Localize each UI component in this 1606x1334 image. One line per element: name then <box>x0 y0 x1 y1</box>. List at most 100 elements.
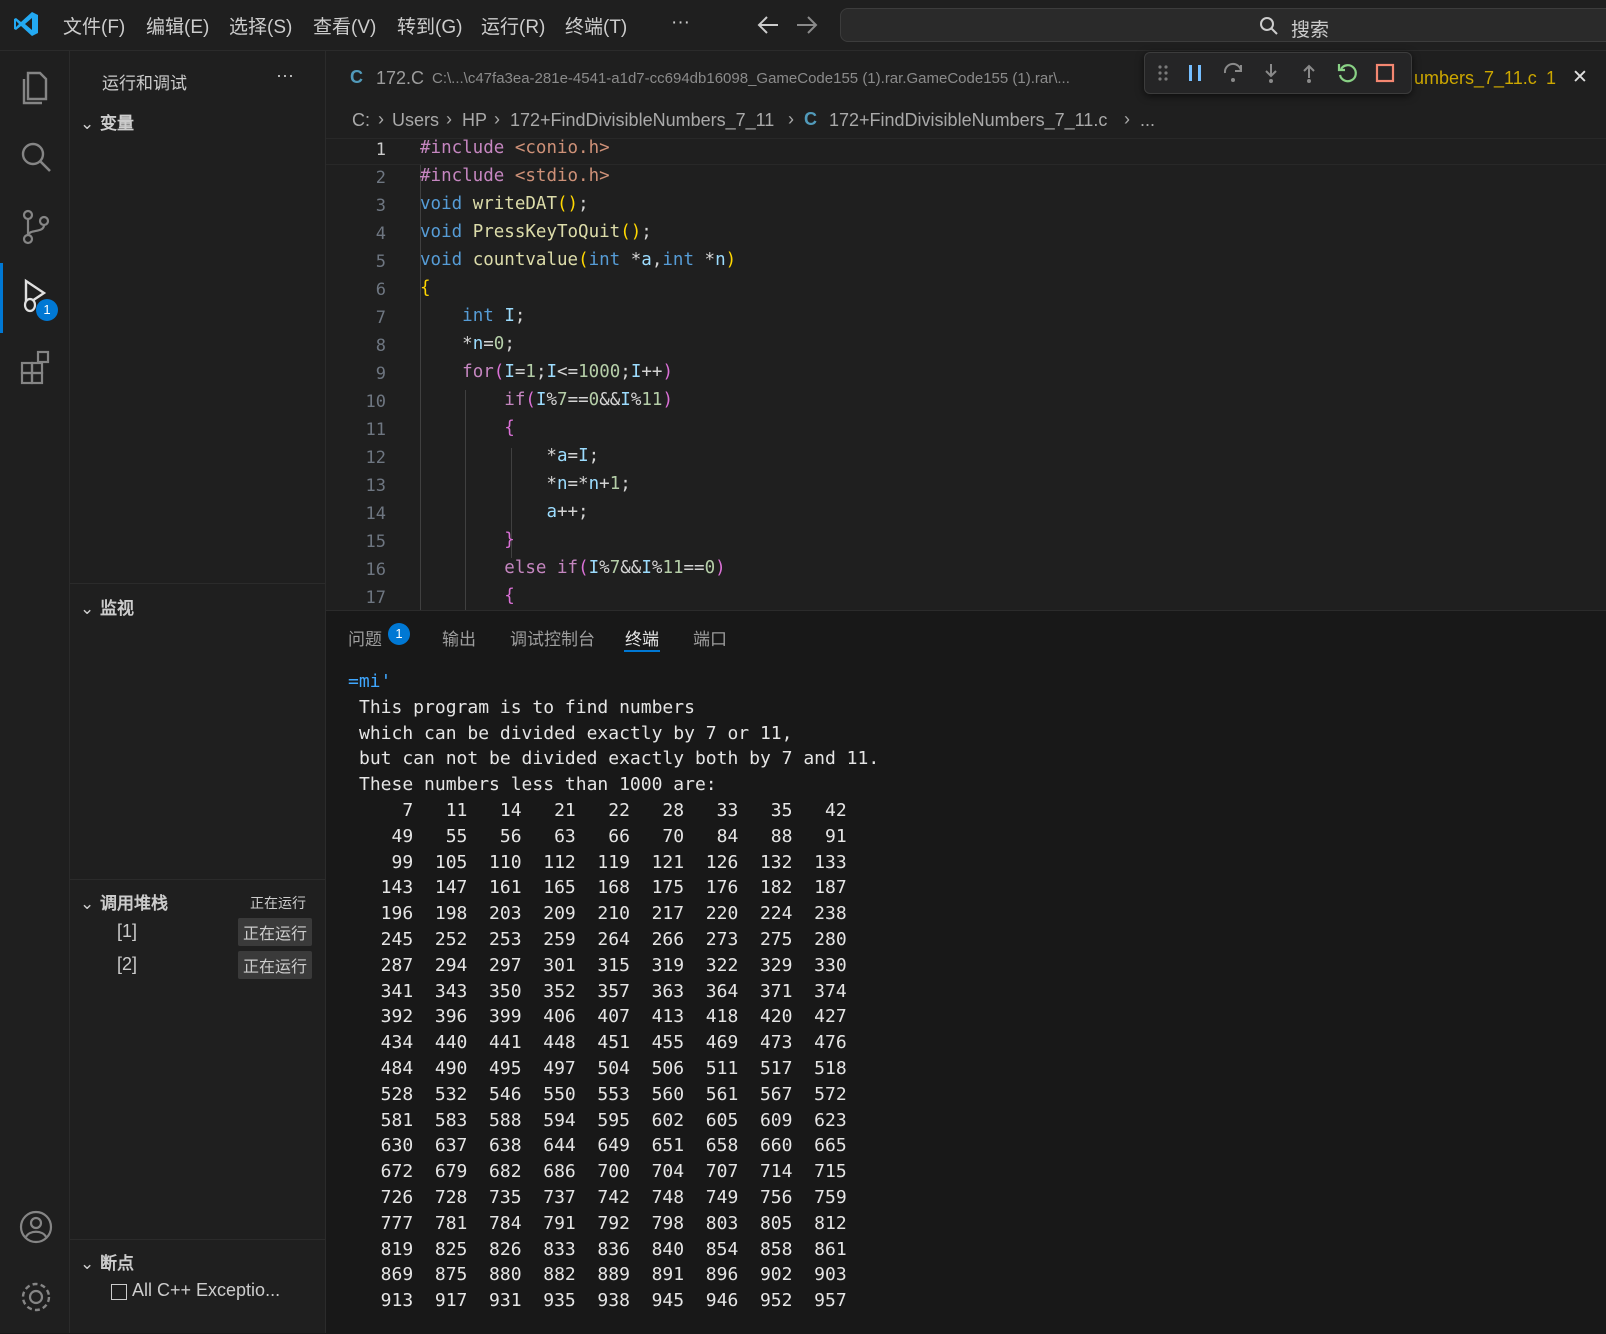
activity-bar: 1 <box>0 51 70 1333</box>
terminal-number-row: 630 637 638 644 649 651 658 660 665 <box>359 1135 847 1157</box>
line-number: 14 <box>365 504 386 524</box>
breadcrumb-item[interactable]: 172+FindDivisibleNumbers_7_11 <box>510 110 774 131</box>
thread-status-badge: 正在运行 <box>238 918 313 946</box>
section-divider <box>70 879 326 880</box>
active-tab-filename[interactable]: umbers_7_11.c <box>1414 68 1537 89</box>
code-line: if(I%7==0&&I%11) <box>504 390 673 410</box>
breakpoints-section-header[interactable]: ⌄ 断点 <box>80 1249 134 1274</box>
code-line: for(I=1;I<=1000;I++) <box>462 362 673 382</box>
tab-debug-console[interactable]: 调试控制台 <box>510 625 595 650</box>
step-over-icon[interactable] <box>1221 61 1245 85</box>
explorer-icon[interactable] <box>14 65 58 109</box>
extensions-icon[interactable] <box>14 345 58 389</box>
callstack-section-header[interactable]: ⌄ 调用堆栈 <box>80 889 168 914</box>
settings-gear-icon[interactable] <box>14 1275 58 1319</box>
line-number: 5 <box>375 252 386 272</box>
chevron-down-icon: ⌄ <box>80 599 95 618</box>
variables-section-header[interactable]: ⌄ 变量 <box>80 109 134 134</box>
section-divider <box>70 1239 326 1240</box>
code-line: *n=*n+1; <box>420 474 631 494</box>
line-number: 3 <box>375 196 386 216</box>
terminal-number-row: 777 781 784 791 792 798 803 805 812 <box>359 1212 847 1234</box>
menu-run[interactable]: 运行(R) <box>481 12 545 39</box>
line-number: 2 <box>375 168 386 188</box>
line-number: 6 <box>375 280 386 300</box>
chevron-right-icon: › <box>494 109 500 129</box>
code-line: *n=0; <box>420 334 515 354</box>
terminal-output[interactable]: =mi' This program is to find numbers whic… <box>326 669 1606 1334</box>
breakpoint-checkbox[interactable] <box>111 1284 127 1300</box>
terminal-number-row: 7 11 14 21 22 28 33 35 42 <box>359 800 847 821</box>
terminal-text-line: This program is to find numbers <box>359 696 695 718</box>
chevron-right-icon: › <box>378 109 384 129</box>
code-editor[interactable]: 1 2 3 4 5 6 7 8 9 10 11 12 13 14 15 16 17 #include <coni… <box>326 138 1606 610</box>
step-out-icon[interactable] <box>1297 61 1321 85</box>
menu-view[interactable]: 查看(V) <box>313 12 376 39</box>
menu-more[interactable]: ··· <box>671 12 690 34</box>
tab-problem-count: 1 <box>1546 68 1557 88</box>
code-line: { <box>420 278 431 298</box>
callstack-thread[interactable]: [1] <box>117 921 137 942</box>
line-number: 15 <box>365 532 386 552</box>
bottom-panel: 问题 1 输出 调试控制台 终端 端口 =mi' This program is… <box>326 610 1606 1334</box>
menu-edit[interactable]: 编辑(E) <box>146 12 209 39</box>
step-into-icon[interactable] <box>1259 61 1283 85</box>
line-number: 1 <box>375 140 386 160</box>
search-view-icon[interactable] <box>14 135 58 179</box>
breadcrumb-item[interactable]: HP <box>462 110 487 131</box>
terminal-text-line: These numbers less than 1000 are: <box>359 774 717 796</box>
tab-terminal[interactable]: 终端 <box>625 625 659 650</box>
watch-section-header[interactable]: ⌄ 监视 <box>80 594 134 619</box>
tab-output[interactable]: 输出 <box>442 625 476 650</box>
terminal-number-row: 672 679 682 686 700 704 707 714 715 <box>359 1161 847 1183</box>
search-icon <box>1260 17 1278 35</box>
code-line: void PressKeyToQuit(); <box>420 222 652 242</box>
line-number: 8 <box>375 336 386 356</box>
sidebar-more-button[interactable]: ··· <box>276 65 294 86</box>
c-file-icon: C <box>350 67 363 87</box>
breadcrumb-item[interactable]: 172+FindDivisibleNumbers_7_11.c <box>829 110 1107 131</box>
line-number: 10 <box>365 392 386 412</box>
terminal-number-row: 581 583 588 594 595 602 605 609 623 <box>359 1109 847 1131</box>
chevron-down-icon: ⌄ <box>80 1254 95 1273</box>
code-line: a++; <box>546 502 589 522</box>
terminal-number-row: 392 396 399 406 407 413 418 420 427 <box>359 1006 847 1028</box>
search-label: 搜索 <box>1291 20 1330 41</box>
terminal-number-row: 913 917 931 935 938 945 946 952 957 <box>359 1290 847 1312</box>
source-control-icon[interactable] <box>14 205 58 249</box>
breadcrumb: C: › Users › HP › 172+FindDivisibleNumbe… <box>326 106 1606 138</box>
terminal-number-row: 245 252 253 259 264 266 273 275 280 <box>359 929 847 950</box>
active-tab-underline <box>624 650 660 652</box>
pause-icon[interactable] <box>1183 61 1207 85</box>
terminal-number-row: 49 55 56 63 66 70 84 88 91 <box>359 825 847 847</box>
chevron-down-icon: ⌄ <box>80 894 95 913</box>
restart-icon[interactable] <box>1335 61 1359 85</box>
breadcrumb-item[interactable]: Users <box>392 110 439 131</box>
terminal-number-row: 726 728 735 737 742 748 749 756 759 <box>359 1187 847 1208</box>
drag-handle-icon[interactable] <box>1151 61 1175 85</box>
tab-ports[interactable]: 端口 <box>693 625 727 650</box>
back-arrow-icon[interactable] <box>756 14 780 36</box>
line-number: 11 <box>365 420 386 440</box>
debug-toolbar <box>1144 52 1412 94</box>
menu-file[interactable]: 文件(F) <box>63 12 125 39</box>
code-line: int I; <box>462 306 526 326</box>
menu-go[interactable]: 转到(G) <box>397 12 462 39</box>
command-center-search[interactable]: 搜索 <box>840 8 1606 42</box>
terminal-prompt-line: =mi' <box>348 671 392 692</box>
debug-sidebar: 运行和调试 ··· ⌄ 变量 ⌄ 监视 ⌄ 调用堆栈 正在运行 [1] 正在运行 [2… <box>70 51 326 1333</box>
breadcrumb-item[interactable]: ... <box>1140 110 1155 131</box>
menu-selection[interactable]: 选择(S) <box>229 12 292 39</box>
code-line: else if(I%7&&I%11==0) <box>504 558 726 578</box>
callstack-thread[interactable]: [2] <box>117 954 137 975</box>
account-icon[interactable] <box>14 1205 58 1249</box>
menu-terminal[interactable]: 终端(T) <box>565 12 627 39</box>
breadcrumb-item[interactable]: C: <box>352 110 370 131</box>
editor-tab[interactable]: C 172.C C:\...\c47fa3ea-281e-4541-a1d7-c… <box>326 51 1126 106</box>
tab-path: C:\...\c47fa3ea-281e-4541-a1d7-cc694db16… <box>432 70 1070 87</box>
tab-problems[interactable]: 问题 <box>348 625 382 650</box>
forward-arrow-icon[interactable] <box>795 14 819 36</box>
stop-icon[interactable] <box>1373 61 1397 85</box>
debug-count-badge: 1 <box>36 299 58 321</box>
close-tab-icon[interactable]: ✕ <box>1572 66 1588 89</box>
